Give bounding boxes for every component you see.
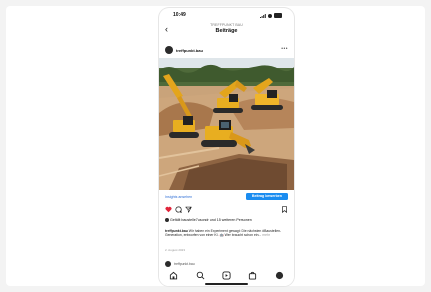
shop-icon[interactable] (248, 271, 257, 280)
post-image[interactable] (159, 58, 294, 190)
phone-screen: 10:49 ‹ TREFFPUNKT BAU Beiträge treffpun… (159, 8, 294, 286)
signal-icon (260, 13, 266, 18)
likes-text: Gefällt baustelle7usondr und 15 weiteren… (170, 218, 252, 222)
status-icons (260, 13, 282, 18)
battery-icon (274, 13, 282, 18)
bookmark-icon[interactable] (281, 206, 288, 213)
caption-more-link[interactable]: mehr (262, 233, 270, 237)
avatar[interactable] (165, 261, 171, 267)
heart-icon[interactable] (165, 206, 172, 213)
wifi-icon (268, 13, 272, 18)
post-date: 2. August 2023 (165, 248, 186, 252)
profile-icon[interactable] (275, 271, 284, 280)
status-time: 10:49 (173, 12, 186, 18)
construction-site-image (159, 58, 294, 190)
post-caption: treffpunkt.bau Wir haben ein Experiment … (165, 229, 289, 238)
page-title: Beiträge (215, 28, 238, 34)
top-nav: ‹ TREFFPUNKT BAU Beiträge (159, 22, 294, 40)
insights-link[interactable]: Insights ansehen (165, 195, 192, 199)
post-account-name[interactable]: treffpunkt.bau (176, 48, 203, 53)
home-icon[interactable] (169, 271, 178, 280)
avatar[interactable] (165, 46, 173, 54)
next-post-header: treffpunkt.bau (159, 260, 294, 268)
ellipsis-icon[interactable]: ••• (281, 46, 288, 52)
screen-background: 10:49 ‹ TREFFPUNKT BAU Beiträge treffpun… (0, 0, 431, 292)
avatar (165, 218, 169, 223)
post-header: treffpunkt.bau ••• (159, 44, 294, 56)
send-icon[interactable] (185, 206, 192, 213)
reels-icon[interactable] (222, 271, 231, 280)
comment-icon[interactable] (175, 206, 182, 213)
nav-account-subtitle: TREFFPUNKT BAU (210, 23, 243, 27)
search-icon[interactable] (196, 271, 205, 280)
next-post-account[interactable]: treffpunkt.bau (174, 262, 195, 266)
likes-summary[interactable]: Gefällt baustelle7usondr und 15 weiteren… (165, 218, 288, 223)
status-bar: 10:49 (159, 12, 294, 22)
home-indicator (205, 283, 248, 285)
boost-post-button[interactable]: Beitrag bewerben (245, 193, 288, 200)
post-cta-row: Insights ansehen Beitrag bewerben (159, 192, 294, 202)
post-actions (159, 205, 294, 215)
